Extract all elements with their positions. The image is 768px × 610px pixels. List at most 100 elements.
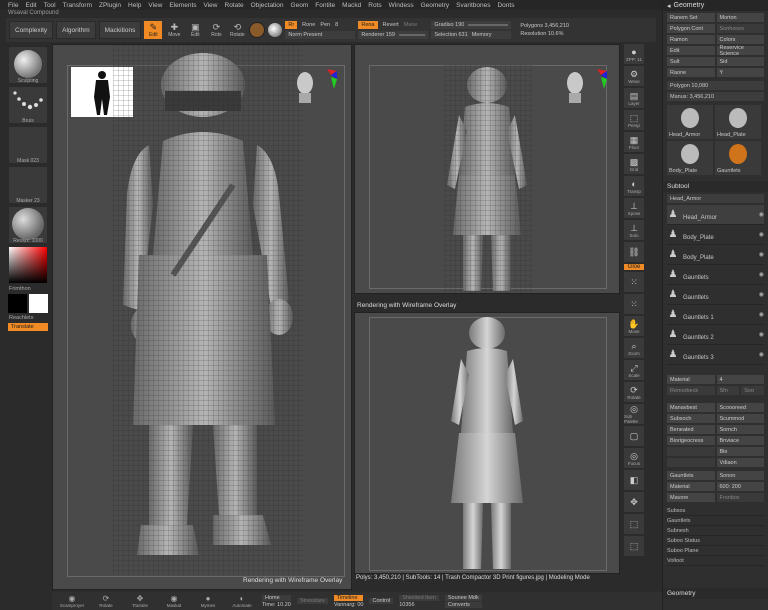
subtool-item[interactable]: ♟ Gauntlets ◉ (667, 265, 764, 285)
eye-icon[interactable]: ◉ (759, 211, 764, 218)
right-tool-button[interactable]: ⛓ (624, 242, 644, 262)
menu-item[interactable]: ZPlugin (99, 2, 121, 9)
remorbeck-b[interactable]: Soo (741, 386, 764, 395)
texture-thumbnail[interactable]: Masker 23 (8, 166, 48, 204)
menu-item[interactable]: Svaritbones (456, 2, 490, 9)
geometry-button[interactable]: Sonhoces (716, 24, 764, 33)
brush-thumbnail[interactable]: Sculpting (8, 46, 48, 84)
geometry-button[interactable]: Raone (667, 68, 715, 77)
menu-item[interactable]: Geometry (421, 2, 450, 9)
gauntlets-value[interactable]: Sonon (716, 471, 764, 480)
right-tool-button[interactable]: ⚙ Wexe (624, 66, 644, 86)
menu-item[interactable]: Rots (368, 2, 381, 9)
geometry-button[interactable]: Ranem Set (667, 13, 715, 22)
bottom-tool-button[interactable]: ✥ Transite (126, 594, 154, 608)
subtool-item[interactable]: ♟ Body_Plate ◉ (667, 225, 764, 245)
menu-item[interactable]: Tool (44, 2, 56, 9)
right-tool-button[interactable]: ● ZPP: 11 (624, 44, 644, 64)
right-tool-button[interactable]: ⟳ Rotate (624, 382, 644, 402)
revert-button[interactable]: Revert (383, 22, 399, 28)
eye-icon[interactable]: ◉ (759, 251, 764, 258)
right-tool-button[interactable]: ⁙ (624, 294, 644, 314)
material-sphere-icon[interactable] (249, 22, 266, 38)
geometry-button[interactable]: Morton (716, 13, 764, 22)
texture-sphere-icon[interactable] (268, 23, 283, 37)
deformation-button[interactable]: Bnviace (716, 436, 764, 445)
main-viewport[interactable]: Rendering with Wireframe Overlay (52, 44, 352, 590)
deformation-button[interactable]: Manavbest (667, 403, 715, 412)
menu-item[interactable]: Rotate (225, 2, 244, 9)
front-orientation-gizmo[interactable] (561, 67, 607, 115)
selection-slider[interactable]: Selection 631 Memory (431, 31, 512, 39)
panel-menu-item[interactable]: Suboo Status (667, 536, 764, 546)
geometry-button[interactable]: Sid (716, 57, 764, 66)
mackitions-button[interactable]: Mackitions (98, 21, 142, 39)
tool-rotate-button[interactable]: ⟲ Rotate (228, 21, 246, 39)
geometry-button[interactable]: Edit (667, 46, 715, 55)
shielded-button[interactable]: Shielded Item (399, 594, 439, 601)
rena-toggle[interactable]: Rena (358, 21, 378, 29)
pen-value[interactable]: 8 (335, 22, 338, 28)
menu-item[interactable]: Geom (291, 2, 309, 9)
back-viewport[interactable] (354, 312, 620, 574)
right-tool-button[interactable]: ⊥ Xpose (624, 198, 644, 218)
tool-thumbnail[interactable]: Gauntlets (715, 141, 761, 175)
complexity-button[interactable]: Complexity (9, 21, 54, 39)
rgb-toggle[interactable]: Rr (285, 21, 298, 29)
color-picker[interactable] (8, 246, 48, 284)
gradient-slider[interactable]: Gradiso 190 (431, 21, 512, 29)
right-tool-button[interactable]: ✥ (624, 492, 644, 512)
remorbeck-label[interactable]: Remorbeck (667, 386, 715, 395)
panel-menu-item[interactable]: Subsos (667, 506, 764, 516)
head-orientation-gizmo[interactable] (291, 67, 337, 115)
geometry-button[interactable]: Colors (716, 35, 764, 44)
tool-rots-button[interactable]: ⟳ Rots (207, 21, 225, 39)
subtool-item[interactable]: ♟ Gauntlets ◉ (667, 285, 764, 305)
right-tool-button[interactable]: ⌕ Zoom (624, 338, 644, 358)
right-tool-button[interactable]: ⊥ Solo (624, 220, 644, 240)
subtool-item[interactable]: ♟ Gauntlets 3 ◉ (667, 345, 764, 365)
eye-icon[interactable]: ◉ (759, 271, 764, 278)
geo-tag[interactable]: Gloe (624, 264, 644, 270)
right-tool-button[interactable]: ⤢ Scale (624, 360, 644, 380)
menu-item[interactable]: Fontite (315, 2, 335, 9)
bottom-tool-button[interactable]: ⟳ Rotate (92, 594, 120, 608)
right-tool-button[interactable]: ▩ Grid (624, 154, 644, 174)
panel-menu-item[interactable]: Suboo Plane (667, 546, 764, 556)
tool-edit-button[interactable]: ✎ Edit (144, 21, 163, 39)
front-viewport[interactable] (354, 44, 620, 294)
deformation-button[interactable]: Ble (716, 447, 764, 456)
menu-item[interactable]: File (8, 2, 18, 9)
deformation-button[interactable]: Biorigeocress (667, 436, 715, 445)
subtool-header[interactable]: Subtool (663, 181, 768, 192)
menu-item[interactable]: Edit (25, 2, 36, 9)
renderer-slider[interactable]: Renderer 159 (358, 31, 429, 39)
subtool-item[interactable]: ♟ Gauntlets 2 ◉ (667, 325, 764, 345)
material-value[interactable]: 4 (716, 375, 764, 384)
right-tool-button[interactable]: ▦ Floor (624, 132, 644, 152)
subtool-item[interactable]: ♟ Gauntlets 1 ◉ (667, 305, 764, 325)
menu-item[interactable]: Donts (497, 2, 514, 9)
home-button[interactable]: Home (262, 594, 291, 601)
right-tool-button[interactable]: ◧ (624, 470, 644, 490)
subtool-item[interactable]: ♟ Body_Plate ◉ (667, 245, 764, 265)
menu-item[interactable]: Windess (389, 2, 414, 9)
menu-item[interactable]: Mackd (342, 2, 361, 9)
deformation-button[interactable]: Sornch (716, 425, 764, 434)
tool-thumbnail[interactable]: Body_Plate (667, 141, 713, 175)
ghost-button[interactable]: Stresstare (296, 598, 328, 604)
translate-tag[interactable]: Translate (8, 323, 48, 331)
right-tool-button[interactable]: ⁙ (624, 272, 644, 292)
right-tool-button[interactable]: ▢ (624, 426, 644, 446)
eye-icon[interactable]: ◉ (759, 231, 764, 238)
subtool-field[interactable]: Head_Armor (667, 194, 764, 203)
secondary-color-swatch[interactable] (29, 294, 48, 313)
right-tool-button[interactable]: ⬚ (624, 514, 644, 534)
right-tool-button[interactable]: ◐ Transp (624, 176, 644, 196)
subtool-item[interactable]: ♟ Head_Armor ◉ (667, 205, 764, 225)
panel-menu-item[interactable]: Gauntlets (667, 516, 764, 526)
deformation-button[interactable]: Vdiaon (716, 458, 764, 467)
geometry-button[interactable]: Reservice Science (716, 45, 764, 57)
material2-value[interactable]: 600: 200 (716, 482, 764, 491)
main-color-swatch[interactable] (8, 294, 27, 313)
